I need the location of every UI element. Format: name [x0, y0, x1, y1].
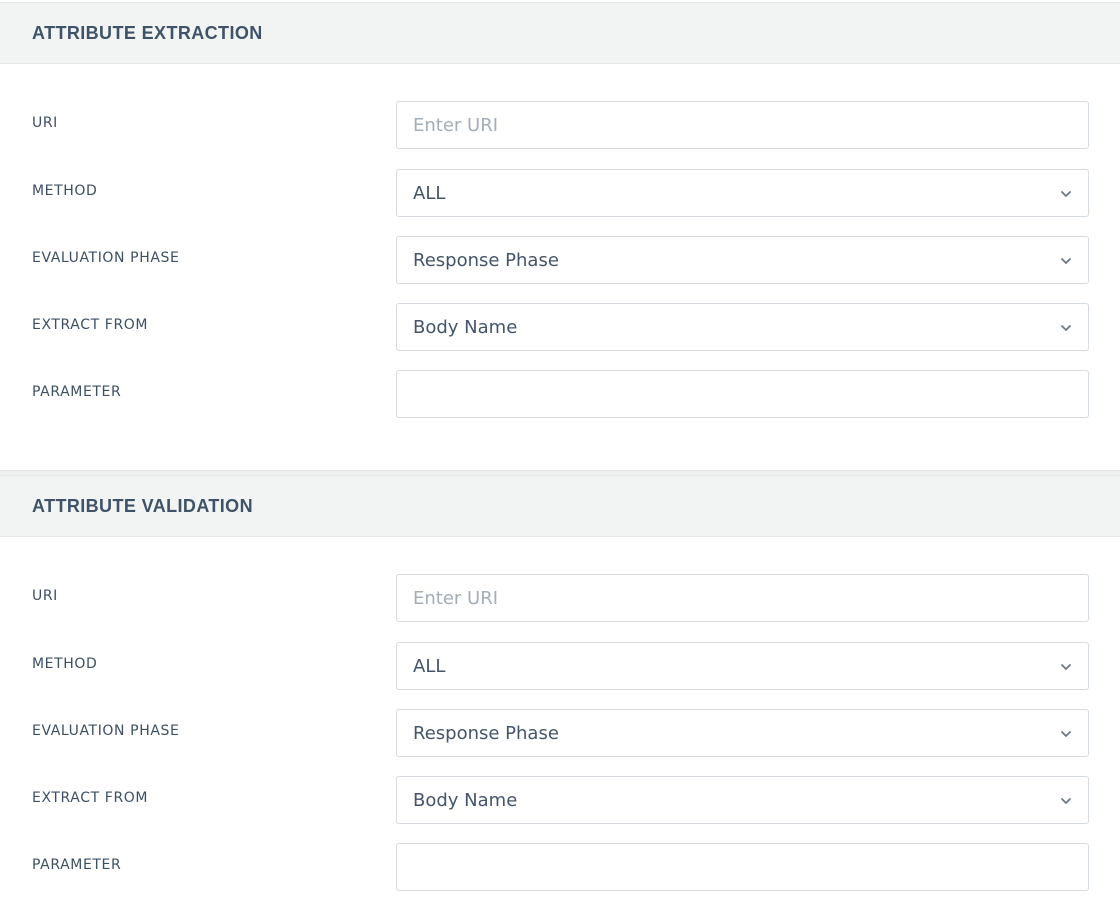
method-select[interactable]: ALL	[396, 169, 1089, 217]
uri-input[interactable]	[396, 574, 1089, 622]
parameter-row: PARAMETER	[0, 370, 1120, 418]
uri-input[interactable]	[396, 101, 1089, 149]
evaluation-phase-value: Response Phase	[413, 249, 559, 271]
parameter-label: PARAMETER	[32, 384, 122, 400]
section-header: ATTRIBUTE EXTRACTION	[0, 2, 1120, 64]
parameter-input[interactable]	[396, 843, 1089, 891]
method-value: ALL	[413, 655, 446, 677]
chevron-down-icon	[1061, 664, 1071, 670]
extract-from-value: Body Name	[413, 789, 518, 811]
method-label: METHOD	[32, 183, 98, 199]
evaluation-phase-label: EVALUATION PHASE	[32, 723, 180, 739]
evaluation-phase-label: EVALUATION PHASE	[32, 250, 180, 266]
method-label: METHOD	[32, 656, 98, 672]
chevron-down-icon	[1061, 258, 1071, 264]
method-value: ALL	[413, 182, 446, 204]
uri-label: URI	[32, 115, 58, 131]
method-row: METHOD ALL	[0, 169, 1120, 217]
evaluation-phase-row: EVALUATION PHASE Response Phase	[0, 236, 1120, 284]
evaluation-phase-select[interactable]: Response Phase	[396, 709, 1089, 757]
section-header: ATTRIBUTE VALIDATION	[0, 475, 1120, 537]
extract-from-value: Body Name	[413, 316, 518, 338]
parameter-row: PARAMETER	[0, 843, 1120, 891]
method-select[interactable]: ALL	[396, 642, 1089, 690]
chevron-down-icon	[1061, 731, 1071, 737]
chevron-down-icon	[1061, 798, 1071, 804]
section-title: ATTRIBUTE VALIDATION	[32, 495, 253, 516]
parameter-label: PARAMETER	[32, 857, 122, 873]
extract-from-label: EXTRACT FROM	[32, 790, 149, 806]
method-row: METHOD ALL	[0, 642, 1120, 690]
uri-row: URI	[0, 574, 1120, 622]
evaluation-phase-row: EVALUATION PHASE Response Phase	[0, 709, 1120, 757]
uri-label: URI	[32, 588, 58, 604]
attribute-extraction-section: ATTRIBUTE EXTRACTION URI METHOD ALL EVAL…	[0, 2, 1120, 470]
evaluation-phase-select[interactable]: Response Phase	[396, 236, 1089, 284]
extract-from-select[interactable]: Body Name	[396, 303, 1089, 351]
parameter-input[interactable]	[396, 370, 1089, 418]
extract-from-row: EXTRACT FROM Body Name	[0, 776, 1120, 824]
chevron-down-icon	[1061, 191, 1071, 197]
section-title: ATTRIBUTE EXTRACTION	[32, 22, 263, 43]
evaluation-phase-value: Response Phase	[413, 722, 559, 744]
extract-from-label: EXTRACT FROM	[32, 317, 149, 333]
extract-from-select[interactable]: Body Name	[396, 776, 1089, 824]
attribute-validation-section: ATTRIBUTE VALIDATION URI METHOD ALL EVAL…	[0, 475, 1120, 907]
extract-from-row: EXTRACT FROM Body Name	[0, 303, 1120, 351]
chevron-down-icon	[1061, 325, 1071, 331]
uri-row: URI	[0, 101, 1120, 149]
